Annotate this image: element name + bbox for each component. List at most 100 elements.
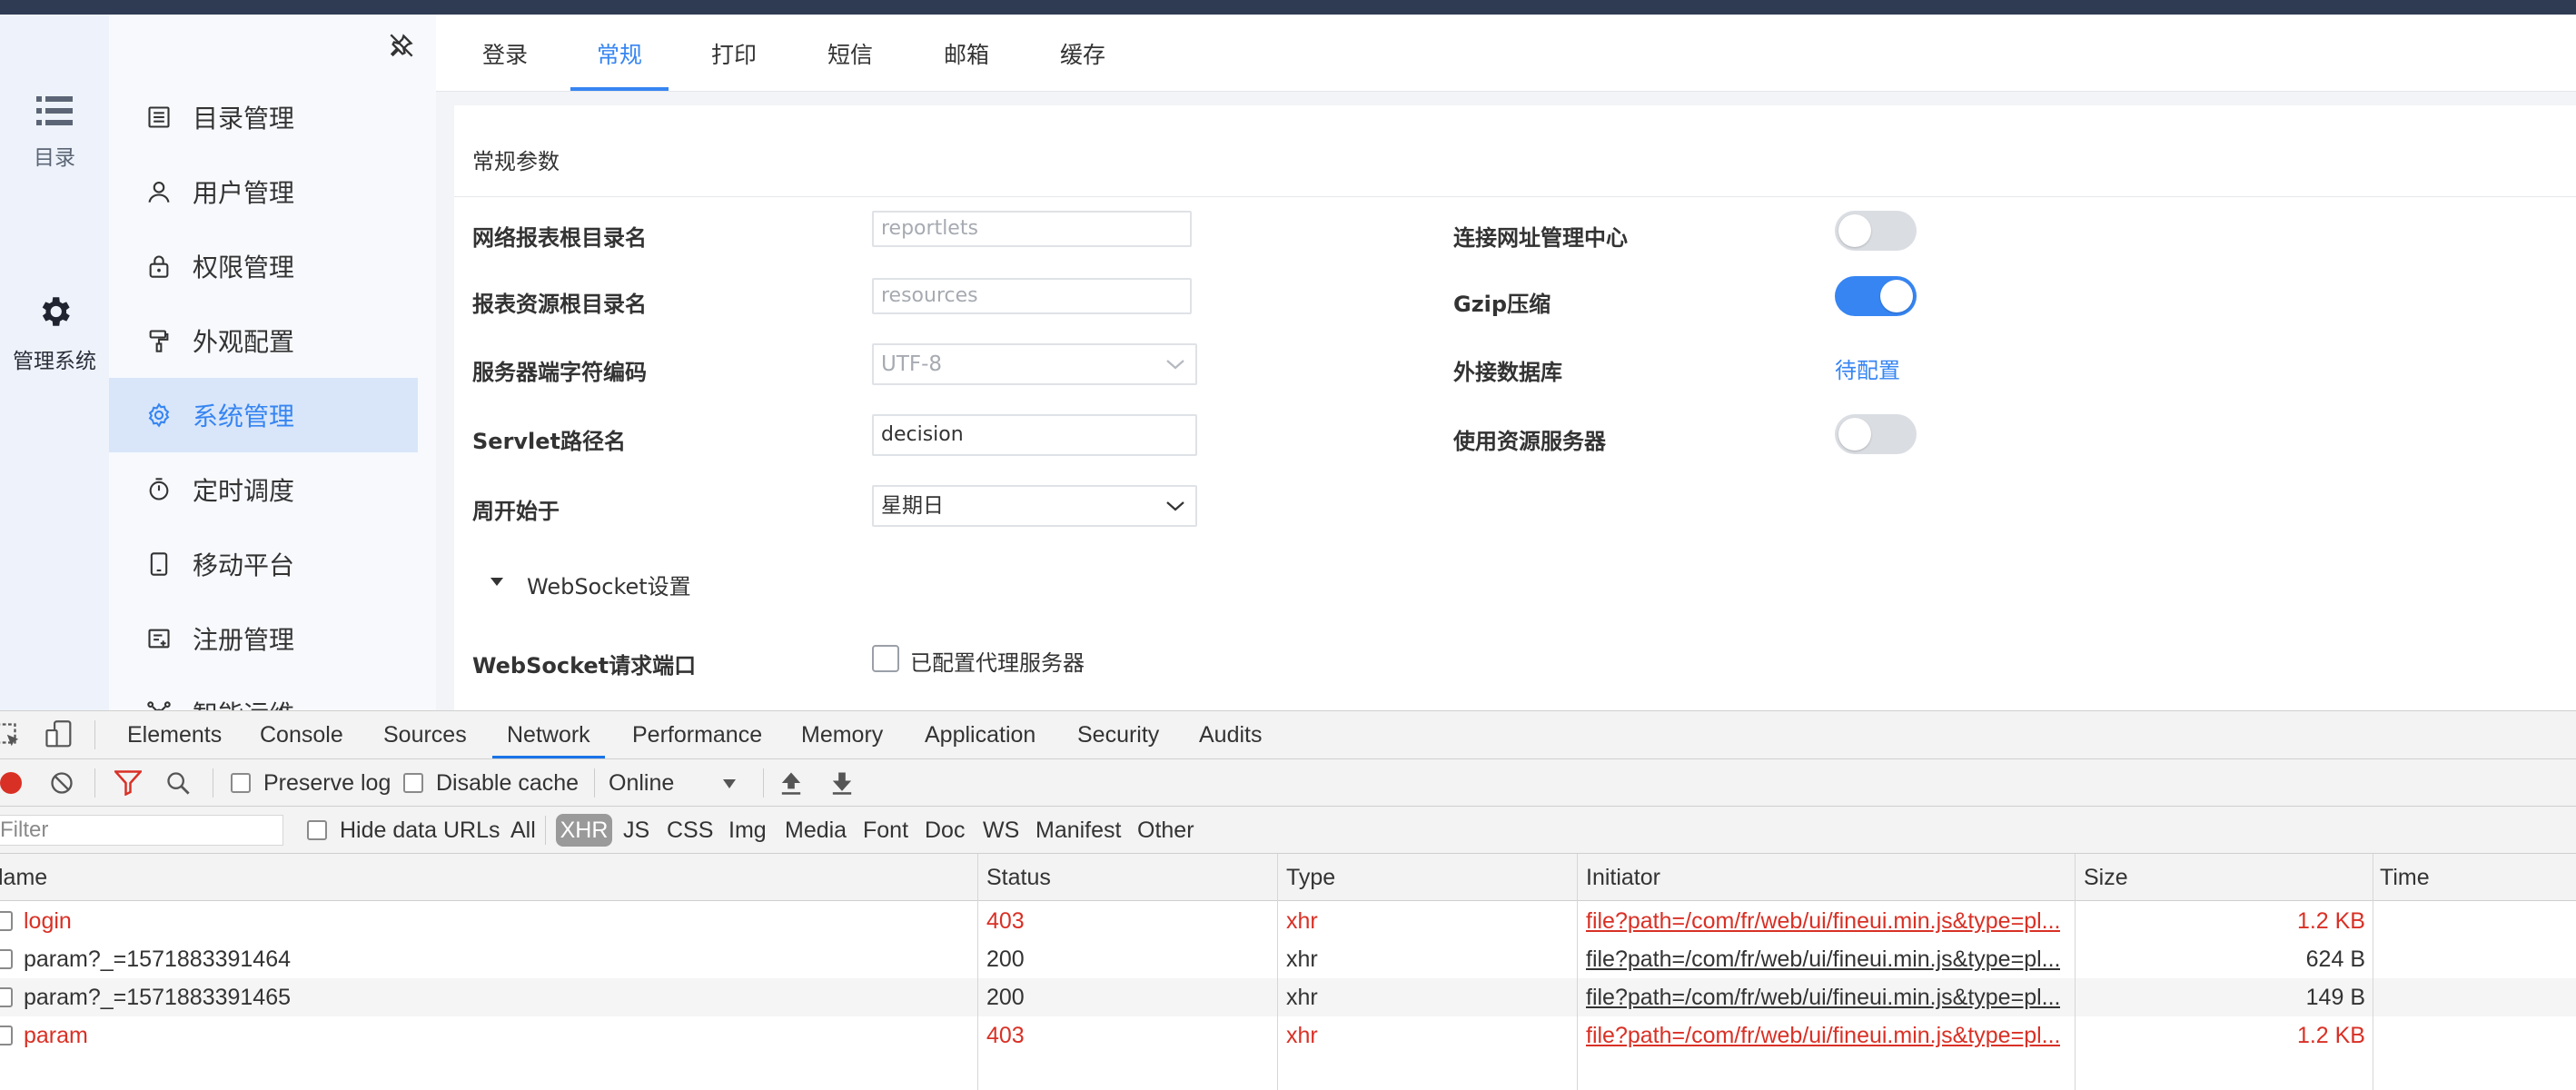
row-checkbox: [0, 1026, 13, 1045]
devtools-tab-elements[interactable]: Elements: [127, 711, 222, 758]
url-center-toggle[interactable]: [1835, 211, 1917, 251]
rail-item-catalog[interactable]: 目录: [0, 94, 109, 171]
filter-type-js[interactable]: JS: [623, 818, 649, 844]
filter-type-manifest[interactable]: Manifest: [1035, 818, 1121, 844]
column-header-initiator[interactable]: Initiator: [1586, 854, 1660, 901]
week-start-select[interactable]: 星期日: [872, 485, 1197, 527]
devtools-tab-security[interactable]: Security: [1077, 711, 1159, 758]
filter-type-img[interactable]: Img: [728, 818, 767, 844]
devtools-tab-performance[interactable]: Performance: [632, 711, 762, 758]
menu-label: 用户管理: [193, 178, 295, 208]
filter-input[interactable]: Filter: [0, 815, 283, 846]
filter-type-media[interactable]: Media: [785, 818, 847, 844]
menu-label: 定时调度: [193, 476, 295, 506]
device-toggle-icon[interactable]: [45, 720, 73, 749]
filter-type-all[interactable]: All: [510, 818, 536, 844]
inspect-element-icon[interactable]: [0, 722, 22, 749]
tab-mail[interactable]: 邮箱: [943, 15, 990, 91]
column-divider[interactable]: [1277, 854, 1278, 1090]
table-row[interactable]: param?_=1571883391464 200 xhr file?path=…: [0, 940, 2576, 978]
column-header-time[interactable]: Time: [2380, 854, 2430, 901]
devtools-tab-application[interactable]: Application: [925, 711, 1035, 758]
row-checkbox: [0, 987, 13, 1007]
column-divider[interactable]: [977, 854, 978, 1090]
column-header-type[interactable]: Type: [1286, 854, 1335, 901]
devtools-tab-sources[interactable]: Sources: [383, 711, 467, 758]
import-har-icon[interactable]: [779, 770, 803, 796]
preserve-log-checkbox[interactable]: [231, 773, 251, 793]
devtools-tab-network[interactable]: Network: [492, 711, 605, 758]
request-status: 403: [986, 908, 1025, 934]
search-icon[interactable]: [165, 770, 191, 796]
table-row[interactable]: login 403 xhr file?path=/com/fr/web/ui/f…: [0, 902, 2576, 940]
collapse-caret-icon[interactable]: [490, 578, 503, 586]
filter-type-xhr[interactable]: XHR: [556, 814, 612, 847]
request-type: xhr: [1286, 985, 1318, 1010]
menu-item-register[interactable]: 注册管理: [109, 601, 418, 676]
tab-login[interactable]: 登录: [481, 15, 529, 91]
report-root-label: 网络报表根目录名: [472, 225, 647, 251]
column-header-status[interactable]: Status: [986, 854, 1051, 901]
throttle-select[interactable]: Online: [609, 770, 674, 797]
catalog-icon: [145, 104, 173, 131]
column-divider[interactable]: [1577, 854, 1578, 1090]
filter-type-css[interactable]: CSS: [667, 818, 713, 844]
column-divider[interactable]: [2075, 854, 2076, 1090]
filter-icon[interactable]: [114, 770, 142, 796]
websocket-port-label: WebSocket请求端口: [472, 653, 697, 679]
menu-label: 智能运维: [193, 695, 294, 710]
request-initiator[interactable]: file?path=/com/fr/web/ui/fineui.min.js&t…: [1586, 1016, 2060, 1055]
clear-icon[interactable]: [49, 770, 74, 796]
servlet-input[interactable]: decision: [872, 414, 1197, 456]
unpin-icon[interactable]: [389, 33, 414, 58]
menu-item-permissions[interactable]: 权限管理: [109, 229, 418, 303]
menu-item-schedule[interactable]: 定时调度: [109, 452, 418, 527]
menu-item-appearance[interactable]: 外观配置: [109, 303, 418, 378]
disable-cache-checkbox[interactable]: [403, 773, 423, 793]
toolbar-divider: [545, 816, 546, 845]
table-row[interactable]: param 403 xhr file?path=/com/fr/web/ui/f…: [0, 1016, 2576, 1055]
tab-cache[interactable]: 缓存: [1059, 15, 1106, 91]
table-row[interactable]: param?_=1571883391465 200 xhr file?path=…: [0, 978, 2576, 1016]
rail-item-management[interactable]: 管理系统: [0, 292, 109, 374]
record-icon[interactable]: [0, 772, 22, 794]
request-initiator[interactable]: file?path=/com/fr/web/ui/fineui.min.js&t…: [1586, 902, 2060, 940]
filter-type-font[interactable]: Font: [863, 818, 908, 844]
menu-item-users[interactable]: 用户管理: [109, 154, 418, 229]
gzip-toggle[interactable]: [1835, 276, 1917, 316]
devtools-tab-audits[interactable]: Audits: [1199, 711, 1262, 758]
toolbar-divider: [763, 768, 764, 798]
menu-item-catalog[interactable]: 目录管理: [109, 80, 418, 154]
chevron-down-icon[interactable]: [723, 779, 736, 788]
resource-root-input[interactable]: resources: [872, 278, 1192, 314]
settings-panel: 常规参数 网络报表根目录名 reportlets 报表资源根目录名 resour…: [454, 105, 2576, 710]
filter-type-doc[interactable]: Doc: [925, 818, 965, 844]
tab-sms[interactable]: 短信: [827, 15, 874, 91]
column-header-size[interactable]: Size: [2084, 854, 2128, 901]
tab-print[interactable]: 打印: [710, 15, 758, 91]
request-initiator[interactable]: file?path=/com/fr/web/ui/fineui.min.js&t…: [1586, 940, 2060, 978]
export-har-icon[interactable]: [830, 770, 854, 796]
proxy-checkbox[interactable]: [872, 645, 899, 672]
menu-item-ops[interactable]: 智能运维: [109, 676, 418, 710]
devtools-tab-console[interactable]: Console: [260, 711, 343, 758]
servlet-label: Servlet路径名: [472, 429, 627, 454]
devtools-tab-memory[interactable]: Memory: [801, 711, 883, 758]
menu-item-system[interactable]: 系统管理: [109, 378, 418, 452]
external-db-config-link[interactable]: 待配置: [1835, 352, 1900, 384]
filter-type-ws[interactable]: WS: [983, 818, 1019, 844]
websocket-section-toggle[interactable]: WebSocket设置: [527, 569, 691, 600]
charset-select[interactable]: UTF-8: [872, 343, 1197, 385]
hide-data-urls-checkbox[interactable]: [307, 820, 327, 840]
report-root-input[interactable]: reportlets: [872, 211, 1192, 247]
request-initiator[interactable]: file?path=/com/fr/web/ui/fineui.min.js&t…: [1586, 978, 2060, 1016]
request-status: 200: [986, 946, 1025, 972]
rail-label-management: 管理系统: [13, 350, 96, 373]
menu-item-mobile[interactable]: 移动平台: [109, 527, 418, 601]
column-header-name[interactable]: lame: [0, 854, 47, 901]
filter-type-other[interactable]: Other: [1137, 818, 1194, 844]
left-rail: 目录 管理系统: [0, 15, 109, 710]
resource-server-toggle[interactable]: [1835, 414, 1917, 454]
tab-general[interactable]: 常规: [570, 15, 669, 91]
toggle-knob: [1838, 418, 1871, 451]
